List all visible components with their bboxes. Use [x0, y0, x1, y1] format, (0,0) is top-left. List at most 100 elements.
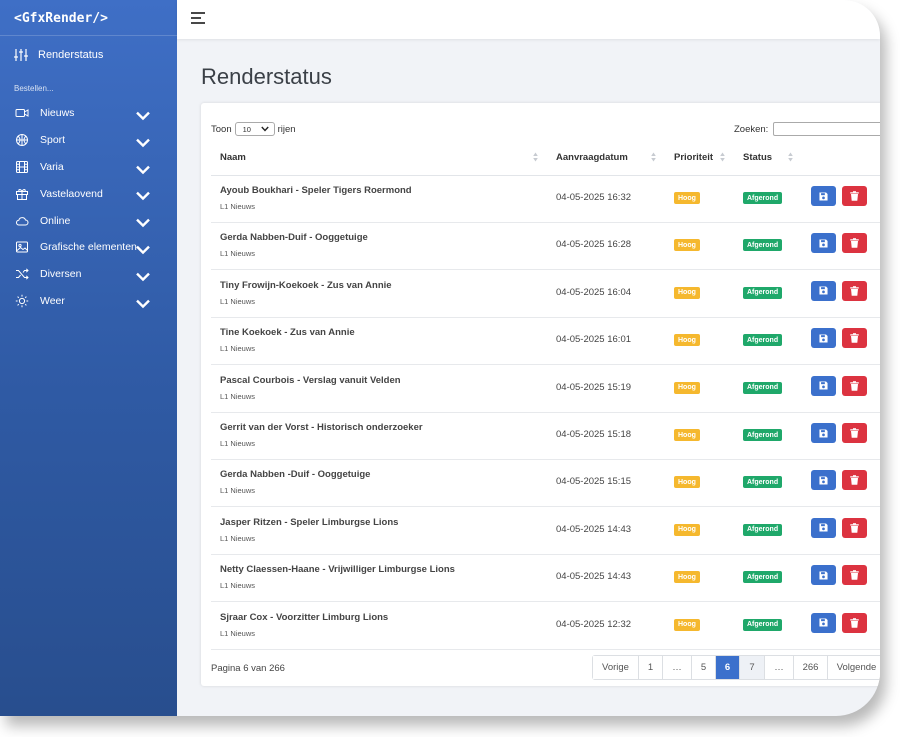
column-header-aanvraagdatum[interactable]: Aanvraagdatum [556, 152, 628, 163]
sidebar-item-label: Online [40, 214, 71, 227]
row-date: 04-05-2025 16:01 [556, 334, 632, 346]
pagination-item[interactable]: 7 [740, 656, 765, 679]
save-button[interactable] [811, 375, 836, 396]
page-title: Renderstatus [201, 64, 332, 89]
status-badge: Afgerond [743, 381, 783, 394]
row-title: Gerrit van der Vorst - Historisch onderz… [220, 422, 423, 433]
column-header-status[interactable]: Status [743, 152, 772, 163]
row-category: L1 Nieuws [220, 296, 256, 306]
row-category: L1 Nieuws [220, 202, 256, 211]
pagination-item[interactable]: 5 [692, 656, 716, 679]
row-date: 04-05-2025 16:28 [556, 239, 632, 251]
sidebar-divider [0, 35, 177, 36]
sidebar-item-grafische-elementen[interactable]: Grafische elementen [0, 234, 177, 261]
delete-button[interactable] [842, 280, 867, 301]
floppy-disk-icon [819, 571, 828, 580]
table-row: Netty Claessen-Haane - Vrijwilliger Limb… [211, 554, 880, 603]
row-category: L1 Nieuws [220, 486, 256, 496]
row-date: 04-05-2025 16:04 [556, 286, 632, 298]
sort-icon[interactable] [651, 152, 656, 162]
save-button[interactable] [811, 565, 836, 586]
pagination-item[interactable]: Vorige [593, 656, 639, 679]
page-length-select[interactable]: 10 [234, 122, 275, 136]
table-row: Jasper Ritzen - Speler Limburgse Lions L1… [211, 507, 880, 555]
sidebar-item-sport[interactable]: Sport [0, 127, 177, 154]
status-badge: Afgerond [743, 239, 783, 252]
pagination-item[interactable]: 1 [639, 656, 663, 679]
brand-logo[interactable]: <GfxRender/> [14, 11, 108, 26]
status-badge: Afgerond [743, 334, 783, 347]
pagination-item[interactable]: 6 [716, 656, 740, 679]
sidebar-item-varia[interactable]: Varia [0, 154, 177, 181]
table-row: Pascal Courbois - Verslag vanuit Velden L… [211, 365, 880, 413]
pagination-item[interactable]: … [765, 656, 794, 679]
status-badge: Afgerond [743, 286, 783, 299]
table-row: Ayoub Boukhari - Speler Tigers Roermond L… [211, 175, 880, 223]
save-button[interactable] [811, 233, 836, 254]
sidebar-item-label: Varia [40, 160, 64, 173]
delete-button[interactable] [842, 612, 867, 633]
floppy-disk-icon [819, 428, 828, 438]
chevron-down-icon [136, 272, 150, 282]
save-button[interactable] [811, 517, 836, 538]
sidebar-item-label: Vastelaovend [40, 187, 103, 200]
table-row: Gerda Nabben-Duif - Ooggetuige L1 Nieuws 0… [211, 222, 880, 271]
priority-badge: Hoog [674, 334, 700, 347]
pagination-item[interactable]: 266 [794, 656, 828, 679]
pagination-item[interactable]: Volgende [828, 656, 880, 679]
save-button[interactable] [811, 186, 836, 206]
sidebar-item-renderstatus[interactable]: Renderstatus [14, 48, 103, 62]
table-row: Sjraar Cox - Voorzitter Limburg Lions L1 … [211, 602, 880, 650]
save-button[interactable] [811, 470, 836, 491]
delete-button[interactable] [842, 375, 867, 396]
delete-button[interactable] [842, 423, 867, 443]
save-button[interactable] [811, 280, 836, 301]
save-button[interactable] [811, 612, 836, 633]
sidebar-item-vastelaovend[interactable]: Vastelaovend [0, 180, 177, 207]
row-title: Netty Claessen-Haane - Vrijwilliger Limb… [220, 564, 455, 576]
sort-icon[interactable] [788, 152, 793, 162]
save-button[interactable] [811, 423, 836, 443]
row-title: Ayoub Boukhari - Speler Tigers Roermond [220, 185, 412, 196]
column-header-prioriteit[interactable]: Prioriteit [674, 152, 713, 163]
delete-button[interactable] [842, 517, 867, 538]
table-card: Toon 10 rijen Zoeken: Naam Aanvraagdatum… [201, 103, 880, 686]
search-input[interactable] [773, 122, 880, 136]
sidebar: <GfxRender/> Renderstatus Bestellen... N… [0, 0, 177, 716]
search-label: Zoeken: [734, 123, 769, 135]
sidebar-item-nieuws[interactable]: Nieuws [0, 100, 177, 127]
save-button[interactable] [811, 328, 836, 349]
sidebar-item-label: Renderstatus [38, 49, 104, 61]
column-header-naam[interactable]: Naam [220, 152, 246, 163]
sidebar-item-weer[interactable]: Weer [0, 288, 177, 315]
trash-icon [850, 570, 859, 580]
trash-icon [850, 333, 859, 343]
trash-icon [850, 191, 859, 201]
delete-button[interactable] [842, 186, 867, 206]
sun-icon [15, 294, 29, 308]
row-title: Gerda Nabben -Duif - Ooggetuige [220, 469, 371, 481]
delete-button[interactable] [842, 470, 867, 491]
pagination-item[interactable]: … [663, 656, 692, 679]
page-length-control: Toon 10 rijen [211, 122, 296, 136]
status-badge: Afgerond [743, 571, 783, 584]
row-category: L1 Nieuws [220, 533, 256, 543]
row-date: 04-05-2025 16:32 [556, 192, 632, 203]
hamburger-menu-icon[interactable] [191, 11, 205, 25]
trash-icon [850, 380, 859, 391]
sort-icon[interactable] [533, 152, 538, 162]
delete-button[interactable] [842, 328, 867, 349]
sidebar-item-diversen[interactable]: Diversen [0, 261, 177, 288]
priority-badge: Hoog [674, 239, 700, 252]
page-length-suffix: rijen [277, 123, 296, 135]
trash-icon [850, 285, 859, 296]
row-title: Tiny Frowijn-Koekoek - Zus van Annie [220, 279, 392, 291]
sidebar-item-online[interactable]: Online [0, 207, 177, 234]
floppy-disk-icon [819, 523, 828, 532]
cloud-icon [16, 216, 29, 226]
row-category: L1 Nieuws [220, 249, 256, 259]
delete-button[interactable] [842, 565, 867, 586]
delete-button[interactable] [842, 233, 867, 254]
row-category: L1 Nieuws [220, 391, 256, 401]
sort-icon[interactable] [720, 152, 725, 162]
